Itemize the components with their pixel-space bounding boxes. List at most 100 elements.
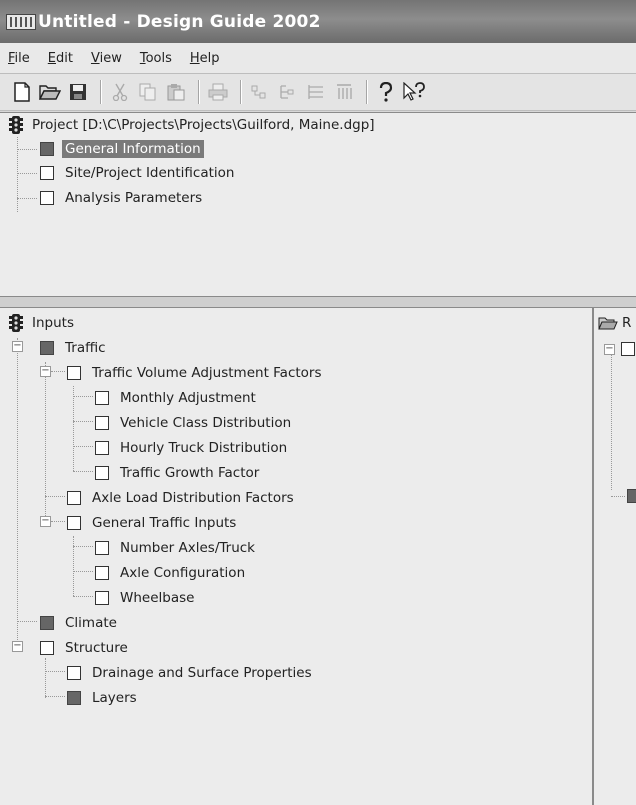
collapse-volume-factors-icon[interactable]: − <box>40 366 51 377</box>
project-tree-panel: Project [D:\C\Projects\Projects\Guilford… <box>0 112 636 297</box>
panel-splitter[interactable] <box>0 297 636 307</box>
tree-icon-2[interactable] <box>276 80 300 104</box>
tree-icon-3[interactable] <box>304 80 328 104</box>
inputs-root[interactable]: Inputs <box>6 313 74 333</box>
tree-line <box>73 571 93 572</box>
tree-item-site-identification[interactable]: Site/Project Identification <box>40 163 234 183</box>
print-icon[interactable] <box>206 80 230 104</box>
tree-line <box>45 671 65 672</box>
status-box-empty <box>95 466 109 480</box>
tree-line <box>73 596 93 597</box>
menu-help[interactable]: Help <box>190 51 220 66</box>
tree-item-hourly-truck[interactable]: Hourly Truck Distribution <box>95 438 287 458</box>
tree-item-label: Hourly Truck Distribution <box>120 440 288 456</box>
context-help-icon[interactable] <box>402 80 426 104</box>
menu-view-rest: iew <box>99 50 122 66</box>
open-icon[interactable] <box>38 80 62 104</box>
menu-edit-rest: dit <box>56 50 73 66</box>
results-tree-panel: R − <box>593 307 636 805</box>
tree-item-wheelbase[interactable]: Wheelbase <box>95 588 194 608</box>
tree-item-label: Number Axles/Truck <box>120 540 255 556</box>
status-box-empty <box>95 391 109 405</box>
help-icon[interactable] <box>374 80 398 104</box>
tree-item-climate[interactable]: Climate <box>40 613 117 633</box>
tree-item-layers[interactable]: Layers <box>67 688 137 708</box>
tree-item-label: Drainage and Surface Properties <box>92 665 312 681</box>
project-root[interactable]: Project [D:\C\Projects\Projects\Guilford… <box>6 115 375 135</box>
tree-item-axle-load[interactable]: Axle Load Distribution Factors <box>67 488 294 508</box>
tree-item-label: Monthly Adjustment <box>120 390 256 406</box>
menu-view-accel: V <box>90 50 100 66</box>
copy-icon[interactable] <box>136 80 160 104</box>
tree-item-axles-per-truck[interactable]: Number Axles/Truck <box>95 538 255 558</box>
menu-bar: File Edit View Tools Help <box>0 43 636 73</box>
tree-item-monthly-adjustment[interactable]: Monthly Adjustment <box>95 388 256 408</box>
status-box-empty <box>95 416 109 430</box>
status-box-filled <box>67 691 81 705</box>
status-box-empty <box>95 441 109 455</box>
paste-icon[interactable] <box>164 80 188 104</box>
menu-file-rest: ile <box>14 50 30 66</box>
tree-item-label: Wheelbase <box>120 590 195 606</box>
tree-item-drainage[interactable]: Drainage and Surface Properties <box>67 663 312 683</box>
folder-icon <box>598 313 618 333</box>
window-title: Untitled - Design Guide 2002 <box>38 11 321 32</box>
tree-line <box>73 536 74 596</box>
tree-item-general-traffic-inputs[interactable]: General Traffic Inputs <box>67 513 236 533</box>
menu-help-accel: H <box>189 50 200 66</box>
status-box-filled <box>627 489 636 503</box>
tree-line <box>73 421 93 422</box>
menu-edit[interactable]: Edit <box>48 51 73 66</box>
menu-tools[interactable]: Tools <box>140 51 172 66</box>
tree-item-axle-configuration[interactable]: Axle Configuration <box>95 563 245 583</box>
tree-line <box>17 338 18 648</box>
tree-item-label: Axle Load Distribution Factors <box>92 490 294 506</box>
tree-item-vehicle-class[interactable]: Vehicle Class Distribution <box>95 413 291 433</box>
inputs-root-label: Inputs <box>32 315 74 331</box>
status-box-empty <box>40 641 54 655</box>
toolbar <box>0 73 636 111</box>
tree-icon-1[interactable] <box>248 80 272 104</box>
new-icon[interactable] <box>10 80 34 104</box>
tree-item-general-information[interactable]: General Information <box>40 139 204 159</box>
tree-item-analysis-parameters[interactable]: Analysis Parameters <box>40 188 202 208</box>
tree-item-traffic[interactable]: Traffic <box>40 338 106 358</box>
status-box-empty <box>67 491 81 505</box>
toolbar-separator <box>100 80 102 104</box>
save-icon[interactable] <box>66 80 90 104</box>
status-box-empty <box>67 366 81 380</box>
tree-icon-4[interactable] <box>332 80 356 104</box>
tree-item-growth-factor[interactable]: Traffic Growth Factor <box>95 463 259 483</box>
tree-line <box>73 471 93 472</box>
tree-line <box>45 362 46 522</box>
results-root[interactable]: R <box>598 313 631 333</box>
tree-item-traffic-volume-factors[interactable]: Traffic Volume Adjustment Factors <box>67 363 322 383</box>
collapse-results-icon[interactable]: − <box>604 344 615 355</box>
menu-help-rest: elp <box>199 50 220 66</box>
tree-item-label: Structure <box>65 640 128 656</box>
cut-icon[interactable] <box>108 80 132 104</box>
tree-item-label: Traffic Volume Adjustment Factors <box>92 365 322 381</box>
menu-edit-accel: E <box>47 50 56 66</box>
tree-line <box>45 658 46 698</box>
collapse-traffic-icon[interactable]: − <box>12 341 23 352</box>
toolbar-separator <box>240 80 242 104</box>
tree-item-label: Site/Project Identification <box>65 165 235 181</box>
tree-item-label: Climate <box>65 615 117 631</box>
status-box-empty <box>95 591 109 605</box>
tree-line <box>73 396 93 397</box>
traffic-light-icon <box>6 313 26 333</box>
menu-file[interactable]: File <box>8 51 30 66</box>
traffic-light-icon <box>6 115 26 135</box>
collapse-general-traffic-icon[interactable]: − <box>40 516 51 527</box>
tree-item-structure[interactable]: Structure <box>40 638 128 658</box>
menu-view[interactable]: View <box>91 51 122 66</box>
toolbar-separator <box>366 80 368 104</box>
results-root-label: R <box>622 315 632 331</box>
status-box-empty <box>67 666 81 680</box>
menu-tools-rest: ools <box>145 50 172 66</box>
status-box-empty <box>621 342 635 356</box>
inputs-tree-panel: − − − − Inputs Traffic Traffic Volume Ad… <box>0 307 593 805</box>
tree-line <box>17 149 37 150</box>
collapse-structure-icon[interactable]: − <box>12 641 23 652</box>
